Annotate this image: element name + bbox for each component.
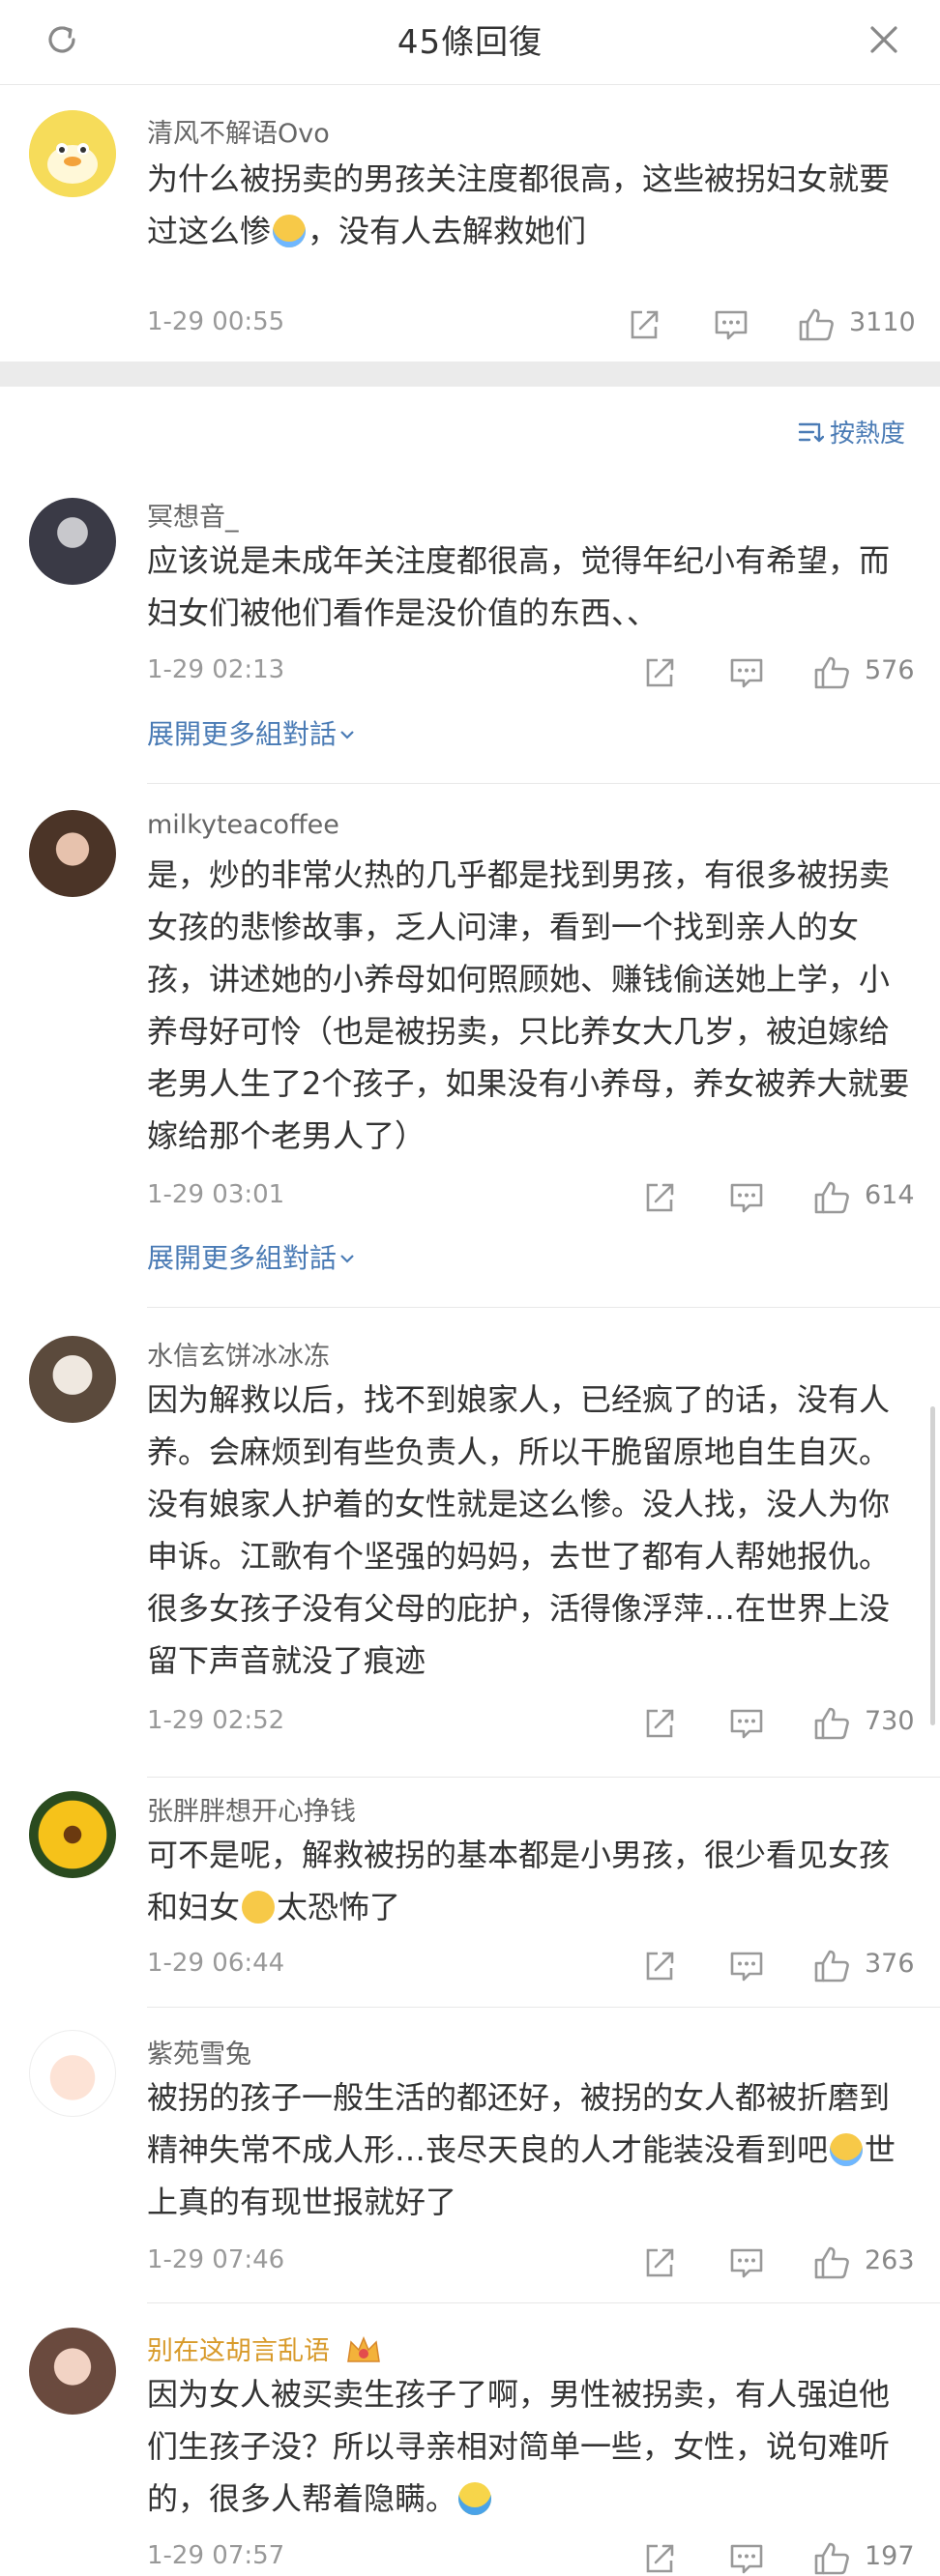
comment-meta: 1-29 06:44 376 bbox=[147, 1947, 940, 1985]
username-text: 别在这胡言乱语 bbox=[147, 2336, 330, 2366]
like-count: 376 bbox=[865, 1949, 915, 1979]
reply-text-main: 被拐的孩子一般生活的都还好，被拐的女人都被折磨到精神失常不成人形…丧尽天良的人才… bbox=[147, 2079, 891, 2168]
reply-text: 因为解救以后，找不到娘家人，已经疯了的话，没有人养。会麻烦到有些负责人，所以干脆… bbox=[147, 1381, 891, 1679]
reply-text: 被拐的孩子一般生活的都还好，被拐的女人都被折磨到精神失常不成人形…丧尽天良的人才… bbox=[147, 2071, 911, 2228]
share-icon[interactable] bbox=[640, 1947, 679, 1985]
avatar[interactable] bbox=[29, 110, 116, 197]
divider bbox=[147, 1307, 940, 1308]
crying-emoji-icon bbox=[830, 2133, 864, 2166]
divider bbox=[147, 783, 940, 784]
like-count: 197 bbox=[865, 2541, 915, 2571]
reply-text: 可不是呢，解救被拐的基本都是小男孩，很少看见女孩和妇女 太恐怖了 bbox=[147, 1829, 911, 1933]
chevron-down-icon bbox=[340, 731, 354, 739]
thumbs-up-icon[interactable] bbox=[812, 1947, 851, 1985]
reply-text-tail: 太恐怖了 bbox=[277, 1889, 401, 1925]
like-count: 263 bbox=[865, 2245, 915, 2275]
username[interactable]: 水信玄饼冰冰冻 bbox=[147, 1335, 330, 1373]
section-divider bbox=[0, 362, 940, 387]
thumbs-up-icon[interactable] bbox=[812, 653, 851, 692]
thumbs-up-icon[interactable] bbox=[812, 1704, 851, 1743]
comment-icon[interactable] bbox=[712, 305, 750, 344]
share-icon[interactable] bbox=[640, 653, 679, 692]
comment-icon[interactable] bbox=[727, 653, 766, 692]
comment-meta: 1-29 00:55 3110 bbox=[147, 305, 940, 344]
divider bbox=[147, 2007, 940, 2008]
username[interactable]: 别在这胡言乱语 bbox=[147, 2330, 383, 2367]
like-count: 3110 bbox=[849, 307, 916, 337]
like-count: 576 bbox=[865, 655, 915, 685]
username[interactable]: 清风不解语Ovo bbox=[147, 112, 330, 150]
username[interactable]: milkyteacoffee bbox=[147, 810, 339, 840]
scrollbar[interactable] bbox=[930, 1406, 935, 1725]
share-icon[interactable] bbox=[640, 1704, 679, 1743]
page-title: 45條回復 bbox=[397, 23, 543, 62]
grimace-emoji-icon bbox=[242, 1891, 276, 1924]
timestamp: 1-29 07:57 bbox=[147, 2541, 285, 2570]
like-count: 614 bbox=[865, 1180, 915, 1210]
username[interactable]: 冥想音_ bbox=[147, 496, 239, 534]
reply-text: 是，炒的非常火热的几乎都是找到男孩，有很多被拐卖女孩的悲惨故事，乏人问津，看到一… bbox=[147, 856, 910, 1154]
avatar[interactable] bbox=[29, 2328, 116, 2415]
share-icon[interactable] bbox=[640, 2539, 679, 2576]
comment-meta: 1-29 02:13 576 bbox=[147, 653, 940, 692]
comment-icon[interactable] bbox=[727, 2539, 766, 2576]
timestamp: 1-29 02:52 bbox=[147, 1706, 285, 1735]
avatar[interactable] bbox=[29, 498, 116, 585]
comment-meta: 1-29 02:52 730 bbox=[147, 1704, 940, 1743]
reply-text: 因为女人被买卖生孩子了啊，男性被拐卖，有人强迫他们生孩子没？所以寻亲相对简单一些… bbox=[147, 2368, 911, 2525]
reply-text: 应该说是未成年关注度都很高，觉得年纪小有希望，而妇女们被他们看作是没价值的东西、… bbox=[147, 542, 891, 631]
share-icon[interactable] bbox=[625, 305, 663, 344]
timestamp: 1-29 07:46 bbox=[147, 2245, 285, 2274]
timestamp: 1-29 03:01 bbox=[147, 1180, 285, 1209]
like-count: 730 bbox=[865, 1706, 915, 1736]
thumbs-up-icon[interactable] bbox=[797, 305, 836, 344]
sort-label: 按熱度 bbox=[829, 420, 905, 449]
timestamp: 1-29 06:44 bbox=[147, 1949, 285, 1978]
thumbs-up-icon[interactable] bbox=[812, 2243, 851, 2282]
close-icon[interactable] bbox=[863, 18, 905, 61]
comment-icon[interactable] bbox=[727, 1947, 766, 1985]
sort-button[interactable]: 按熱度 bbox=[797, 414, 905, 449]
thumbs-up-icon[interactable] bbox=[812, 2539, 851, 2576]
divider bbox=[147, 2302, 940, 2303]
crying-emoji-icon bbox=[273, 215, 307, 247]
expand-thread-link[interactable]: 展開更多組對話 bbox=[147, 1237, 358, 1276]
comment-meta: 1-29 07:46 263 bbox=[147, 2243, 940, 2282]
expand-label: 展開更多組對話 bbox=[147, 718, 338, 750]
crown-badge-icon bbox=[346, 2336, 380, 2362]
comment-meta: 1-29 03:01 614 bbox=[147, 1178, 940, 1217]
avatar[interactable] bbox=[29, 1791, 116, 1878]
top-bar: 45條回復 bbox=[0, 0, 940, 85]
avatar[interactable] bbox=[29, 2030, 116, 2117]
chevron-down-icon bbox=[340, 1255, 354, 1263]
comment-meta: 1-29 07:57 197 bbox=[147, 2539, 940, 2576]
comment-text: 为什么被拐卖的男孩关注度都很高，这些被拐妇女就要过这么惨 ，没有人去解救她们 bbox=[147, 153, 911, 257]
sort-icon bbox=[798, 422, 824, 442]
avatar[interactable] bbox=[29, 1336, 116, 1423]
username[interactable]: 紫苑雪兔 bbox=[147, 2033, 251, 2070]
root-comment: 清风不解语Ovo 为什么被拐卖的男孩关注度都很高，这些被拐妇女就要过这么惨 ，没有… bbox=[0, 85, 940, 362]
username[interactable]: 张胖胖想开心挣钱 bbox=[147, 1790, 356, 1828]
comment-icon[interactable] bbox=[727, 1704, 766, 1743]
reply-text-main: 因为女人被买卖生孩子了啊，男性被拐卖，有人强迫他们生孩子没？所以寻亲相对简单一些… bbox=[147, 2376, 891, 2517]
comment-icon[interactable] bbox=[727, 2243, 766, 2282]
divider bbox=[147, 1777, 940, 1778]
comment-icon[interactable] bbox=[727, 1178, 766, 1217]
share-icon[interactable] bbox=[640, 1178, 679, 1217]
timestamp: 1-29 02:13 bbox=[147, 655, 285, 684]
chick-emoji-icon bbox=[458, 2482, 492, 2515]
share-icon[interactable] bbox=[640, 2243, 679, 2282]
timestamp: 1-29 00:55 bbox=[147, 307, 285, 336]
comment-text-tail: ，没有人去解救她们 bbox=[308, 213, 587, 249]
avatar[interactable] bbox=[29, 810, 116, 897]
expand-label: 展開更多組對話 bbox=[147, 1242, 338, 1274]
thumbs-up-icon[interactable] bbox=[812, 1178, 851, 1217]
expand-thread-link[interactable]: 展開更多組對話 bbox=[147, 713, 358, 752]
